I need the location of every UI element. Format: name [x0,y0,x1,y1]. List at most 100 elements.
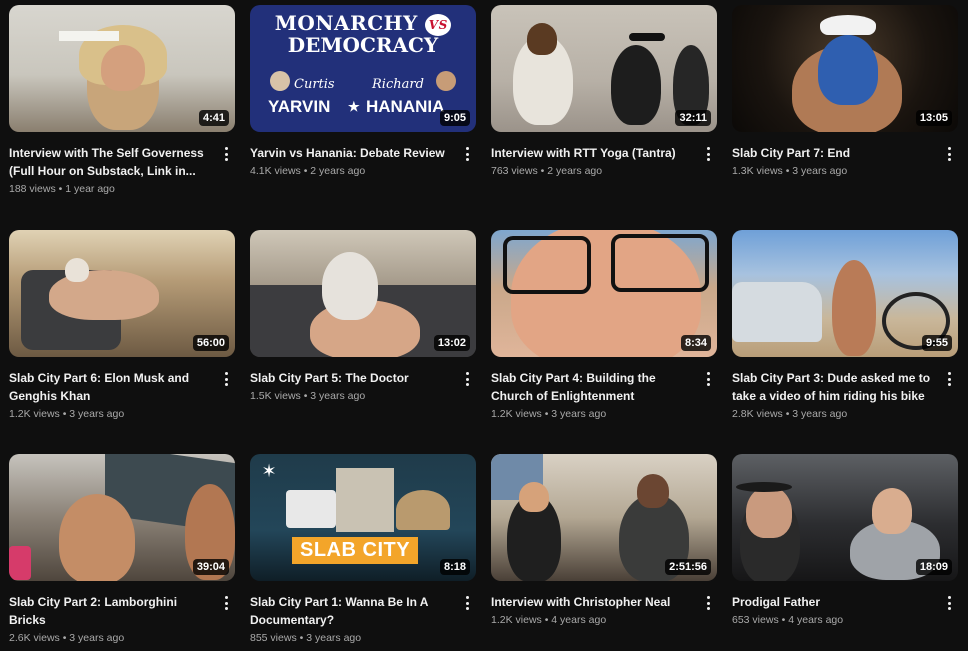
duration-badge: 13:05 [915,110,952,126]
more-options-icon[interactable] [460,145,474,163]
upload-age: 2 years ago [547,165,603,177]
video-meta: 653 views • 4 years ago [732,614,844,626]
view-count: 1.2K views [491,614,542,626]
video-thumbnail[interactable]: 9:55 [732,230,958,357]
more-options-icon[interactable] [701,594,715,612]
video-title[interactable]: Prodigal Father [732,593,934,611]
head-figure [746,486,792,538]
hat-figure [736,482,792,492]
view-count: 1.5K views [250,390,301,402]
video-meta: 1.2K views • 3 years ago [491,408,607,420]
video-meta: 1.3K views • 3 years ago [732,165,848,177]
video-thumbnail[interactable]: ✶ SLAB CITY 8:18 [250,454,476,581]
thumb-name-left-script: Curtis [294,77,335,92]
video-thumbnail[interactable]: 13:05 [732,5,958,132]
video-thumbnail[interactable]: 18:09 [732,454,958,581]
duration-badge: 13:02 [433,335,470,351]
more-options-icon[interactable] [460,594,474,612]
view-count: 855 views [250,632,297,644]
video-title[interactable]: Slab City Part 5: The Doctor [250,369,452,387]
video-thumbnail[interactable]: 2:51:56 [491,454,717,581]
view-count: 2.6K views [9,632,60,644]
car-figure [732,282,822,342]
video-title[interactable]: Slab City Part 1: Wanna Be In A Document… [250,593,452,629]
more-options-icon[interactable] [942,594,956,612]
video-title[interactable]: Yarvin vs Hanania: Debate Review [250,144,452,162]
video-card[interactable]: 2:51:56 Interview with Christopher Neal … [491,454,717,626]
video-thumbnail[interactable]: MONARCHY VS DEMOCRACY Curtis Richard YAR… [250,5,476,132]
thumb-name-right-script: Richard [372,77,424,92]
upload-age: 2 years ago [310,165,366,177]
captain-hat [820,15,876,35]
duration-badge: 56:00 [192,335,229,351]
video-title[interactable]: Interview with RTT Yoga (Tantra) [491,144,693,162]
upload-age: 3 years ago [551,408,607,420]
video-card[interactable]: 9:55 Slab City Part 3: Dude asked me to … [732,230,958,420]
video-card[interactable]: 13:02 Slab City Part 5: The Doctor 1.5K … [250,230,476,402]
more-options-icon[interactable] [219,370,233,388]
video-card[interactable]: MONARCHY VS DEMOCRACY Curtis Richard YAR… [250,5,476,177]
bandana-figure [818,35,878,105]
head-figure [519,482,549,512]
more-options-icon[interactable] [219,145,233,163]
thumb-title-line2: DEMOCRACY [287,33,439,57]
video-meta: 188 views • 1 year ago [9,183,115,195]
video-card[interactable]: 4:41 Interview with The Self Governess (… [9,5,235,195]
view-count: 2.8K views [732,408,783,420]
duration-badge: 9:05 [439,110,470,126]
video-title[interactable]: Slab City Part 2: Lamborghini Bricks [9,593,211,629]
yarvin-portrait [270,71,290,91]
more-options-icon[interactable] [942,370,956,388]
video-card[interactable]: 32:11 Interview with RTT Yoga (Tantra) 7… [491,5,717,177]
upload-age: 3 years ago [69,408,125,420]
upload-age: 3 years ago [792,165,848,177]
video-thumbnail[interactable]: 4:41 [9,5,235,132]
video-card[interactable]: 13:05 Slab City Part 7: End 1.3K views •… [732,5,958,177]
video-title[interactable]: Slab City Part 7: End [732,144,934,162]
hat-figure [629,33,665,41]
view-count: 1.2K views [9,408,60,420]
video-title[interactable]: Slab City Part 3: Dude asked me to take … [732,369,934,405]
duration-badge: 8:34 [680,335,711,351]
star-logo-icon: ✶ [261,461,277,481]
video-title[interactable]: Interview with Christopher Neal [491,593,693,611]
video-thumbnail[interactable]: 13:02 [250,230,476,357]
video-grid: 4:41 Interview with The Self Governess (… [0,0,968,651]
thumb-title-line1: MONARCHY VS [250,11,476,36]
upload-age: 4 years ago [788,614,844,626]
more-options-icon[interactable] [701,370,715,388]
head-figure [527,23,557,55]
glasses-left [503,236,591,294]
video-thumbnail[interactable]: 32:11 [491,5,717,132]
video-thumbnail[interactable]: 8:34 [491,230,717,357]
video-card[interactable]: ✶ SLAB CITY 8:18 Slab City Part 1: Wanna… [250,454,476,644]
head-figure [322,252,378,320]
rv-figure [286,490,336,528]
person-figure [59,494,135,581]
video-meta: 855 views • 3 years ago [250,632,362,644]
glasses-right [611,234,709,292]
duration-badge: 2:51:56 [665,559,711,575]
video-meta: 1.2K views • 3 years ago [9,408,125,420]
video-title[interactable]: Slab City Part 4: Building the Church of… [491,369,693,405]
person-figure [611,45,661,125]
video-thumbnail[interactable]: 39:04 [9,454,235,581]
thumb-banner-text: SLAB CITY [292,537,419,564]
video-card[interactable]: 56:00 Slab City Part 6: Elon Musk and Ge… [9,230,235,420]
video-title[interactable]: Interview with The Self Governess (Full … [9,144,211,180]
thumb-name-right: HANANIA [366,97,445,116]
head-figure [65,258,89,282]
more-options-icon[interactable] [219,594,233,612]
more-options-icon[interactable] [460,370,474,388]
video-card[interactable]: 8:34 Slab City Part 4: Building the Chur… [491,230,717,420]
person-figure [832,260,876,356]
video-title[interactable]: Slab City Part 6: Elon Musk and Genghis … [9,369,211,405]
more-options-icon[interactable] [942,145,956,163]
video-meta: 1.5K views • 3 years ago [250,390,366,402]
video-card[interactable]: 18:09 Prodigal Father 653 views • 4 year… [732,454,958,626]
soda-can [9,546,31,580]
upload-age: 4 years ago [551,614,607,626]
more-options-icon[interactable] [701,145,715,163]
video-card[interactable]: 39:04 Slab City Part 2: Lamborghini Bric… [9,454,235,644]
video-thumbnail[interactable]: 56:00 [9,230,235,357]
